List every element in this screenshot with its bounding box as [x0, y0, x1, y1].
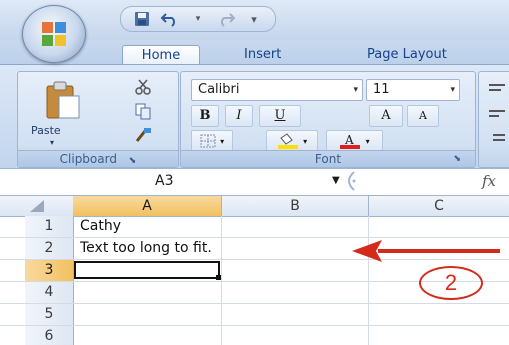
clipboard-group-label[interactable]: Clipboard ⬊	[18, 150, 178, 167]
font-name-combobox[interactable]: Calibri ▾	[191, 79, 363, 101]
cell-a6[interactable]	[74, 326, 220, 345]
cell-a4[interactable]	[74, 282, 220, 303]
font-size-combobox[interactable]: 11 ▾	[366, 79, 460, 101]
svg-text:A: A	[344, 133, 354, 147]
formula-bar-divider-icon	[348, 171, 356, 191]
borders-button[interactable]: ▾	[191, 130, 233, 152]
font-size-value: 11	[373, 82, 390, 97]
office-button[interactable]	[22, 5, 86, 63]
tab-insert[interactable]: Insert	[244, 45, 281, 64]
office-logo-icon	[42, 22, 66, 46]
font-color-icon: A	[340, 133, 361, 149]
format-painter-icon[interactable]	[133, 126, 153, 144]
row-header[interactable]: 5	[25, 304, 74, 325]
active-cell-border	[74, 261, 220, 279]
annotation-arrow-icon	[352, 240, 500, 262]
font-name-value: Calibri	[198, 82, 240, 97]
fill-handle[interactable]	[216, 275, 221, 280]
font-color-button[interactable]: A ▾	[326, 130, 383, 152]
chevron-down-icon[interactable]: ▾	[450, 80, 455, 100]
italic-button[interactable]: I	[225, 105, 253, 127]
name-box-value: A3	[155, 173, 174, 189]
column-header-c[interactable]: C	[369, 196, 509, 216]
dialog-launcher-icon[interactable]: ⬊	[453, 151, 461, 167]
row-header[interactable]: 4	[25, 282, 74, 303]
customize-qat-icon[interactable]: ▾	[243, 9, 265, 29]
clipboard-group: Paste ▾ Clipboard ⬊	[17, 71, 179, 168]
tab-page-layout[interactable]: Page Layout	[367, 45, 447, 64]
cell-a2[interactable]: Text too long to fit.	[74, 238, 220, 259]
fill-bucket-icon	[277, 132, 298, 149]
save-icon[interactable]	[131, 9, 153, 29]
insert-function-button[interactable]: fx	[482, 170, 496, 192]
row-header[interactable]: 3	[25, 260, 74, 281]
cell-a5[interactable]	[74, 304, 220, 325]
chevron-down-icon[interactable]: ▾	[353, 80, 358, 100]
shrink-font-button[interactable]: A	[407, 105, 439, 127]
paste-dropdown-icon[interactable]: ▾	[50, 138, 54, 147]
step-callout: 2	[419, 266, 483, 300]
paste-icon[interactable]	[43, 80, 81, 120]
redo-icon[interactable]	[215, 9, 237, 29]
font-group-label[interactable]: Font ⬊	[181, 150, 475, 167]
formula-bar[interactable]: fx	[330, 170, 509, 192]
row-header[interactable]: 2	[25, 238, 74, 259]
align-top-icon[interactable]	[487, 82, 507, 96]
copy-icon[interactable]	[133, 102, 153, 120]
excel-window: ▾ ▾ Home Insert Page Layout Paste ▾ Clip…	[0, 0, 509, 345]
alignment-group	[478, 71, 509, 168]
chevron-down-icon[interactable]: ▾	[187, 9, 209, 29]
bold-button[interactable]: B	[191, 105, 219, 127]
quick-access-toolbar: ▾ ▾	[120, 6, 276, 32]
column-header-a[interactable]: A	[73, 196, 222, 216]
column-header-b[interactable]: B	[222, 196, 369, 216]
dialog-launcher-icon[interactable]: ⬊	[129, 156, 137, 166]
row-header[interactable]: 6	[25, 326, 74, 345]
ribbon: Paste ▾ Clipboard ⬊ Calibri ▾ 11 ▾ B I U…	[0, 64, 509, 168]
tab-home[interactable]: Home	[122, 45, 200, 65]
align-left-icon[interactable]	[487, 108, 507, 122]
select-all-triangle-icon	[30, 200, 44, 212]
name-box[interactable]: A3 ▼	[25, 170, 340, 192]
cut-icon[interactable]	[133, 78, 153, 96]
cell-a1[interactable]: Cathy	[74, 216, 220, 237]
formula-row: A3 ▼ fx	[0, 168, 509, 196]
column-header-row: A B C	[0, 196, 509, 217]
table-row: 6	[0, 326, 509, 345]
grow-font-button[interactable]: A	[369, 105, 403, 127]
indent-icon[interactable]	[487, 132, 507, 146]
font-group: Calibri ▾ 11 ▾ B I U A A ▾ ▾ A ▾ Font ⬊	[180, 71, 476, 168]
paste-button-label[interactable]: Paste	[31, 124, 61, 137]
borders-icon	[200, 134, 216, 147]
undo-icon[interactable]	[159, 9, 181, 29]
row-header[interactable]: 1	[25, 216, 74, 237]
table-row: 5	[0, 304, 509, 326]
fill-color-button[interactable]: ▾	[266, 130, 318, 152]
underline-button[interactable]: U	[259, 105, 301, 127]
